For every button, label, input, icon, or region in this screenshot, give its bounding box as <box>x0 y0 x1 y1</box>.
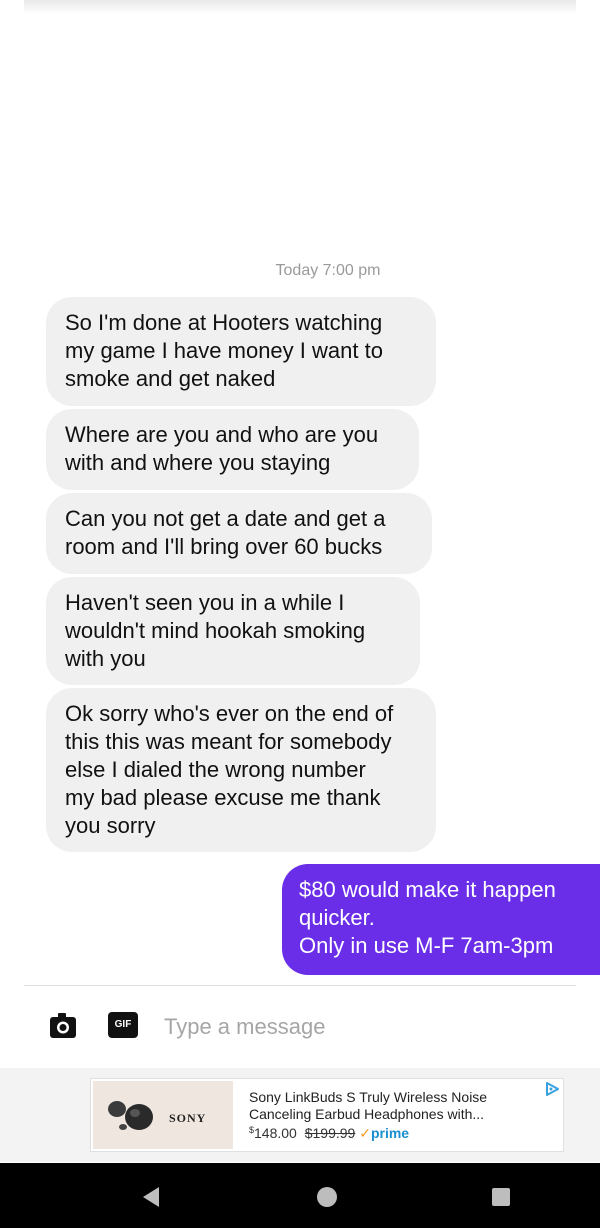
message-line: my bad please excuse me thank <box>65 785 381 810</box>
prime-check-icon: ✓ <box>359 1125 371 1141</box>
message-line: $80 would make it happen <box>299 877 556 902</box>
top-shadow <box>24 0 576 14</box>
message-line: this this was meant for somebody <box>65 729 392 754</box>
message-line: Can you not get a date and get a <box>65 506 386 531</box>
message-line: Where are you and who are you <box>65 422 379 447</box>
prime-label: prime <box>370 1125 410 1141</box>
system-navigation-bar <box>0 1163 600 1228</box>
composer-divider <box>24 985 576 986</box>
adchoices-icon[interactable] <box>544 1081 560 1097</box>
message-line: Haven't seen you in a while I <box>65 590 345 615</box>
incoming-message-bubble[interactable]: Haven't seen you in a while I wouldn't m… <box>46 577 420 685</box>
ad-price-row: $148.00 $199.99 ✓prime <box>249 1125 409 1142</box>
camera-icon[interactable] <box>48 1012 78 1040</box>
message-line: So I'm done at Hooters watching <box>65 310 383 335</box>
incoming-message-bubble[interactable]: Where are you and who are you with and w… <box>46 409 419 490</box>
ad-list-price: $199.99 <box>304 1125 356 1141</box>
gif-button[interactable]: GIF <box>108 1012 138 1038</box>
message-line: quicker. <box>299 905 375 930</box>
message-line: room and I'll bring over 60 bucks <box>65 534 383 559</box>
incoming-message-bubble[interactable]: Can you not get a date and get a room an… <box>46 493 432 574</box>
message-line: smoke and get naked <box>65 366 276 391</box>
message-line: Only in use M-F 7am-3pm <box>299 933 554 958</box>
message-input[interactable] <box>164 1010 564 1044</box>
recents-square-icon[interactable] <box>466 1163 536 1228</box>
ad-card[interactable]: SONY Sony LinkBuds S Truly Wireless Nois… <box>90 1078 564 1152</box>
message-timestamp: Today 7:00 pm <box>275 262 381 279</box>
message-line: else I dialed the wrong number <box>65 757 366 782</box>
ad-product-image[interactable]: SONY <box>93 1081 233 1149</box>
ad-banner: SONY Sony LinkBuds S Truly Wireless Nois… <box>0 1068 600 1162</box>
message-line: with you <box>65 646 146 671</box>
message-line: my game I have money I want to <box>65 338 383 363</box>
back-triangle-icon[interactable] <box>116 1163 186 1228</box>
home-circle-icon[interactable] <box>292 1163 362 1228</box>
incoming-message-bubble[interactable]: Ok sorry who's ever on the end of this t… <box>46 688 436 852</box>
message-line: with and where you staying <box>65 450 331 475</box>
message-line: you sorry <box>65 813 156 838</box>
ad-price: 148.00 <box>254 1125 297 1141</box>
ad-brand-logo: SONY <box>169 1111 207 1125</box>
earbuds-icon <box>108 1101 153 1130</box>
message-line: Ok sorry who's ever on the end of <box>65 701 394 726</box>
ad-title[interactable]: Sony LinkBuds S Truly Wireless Noise Can… <box>249 1089 529 1123</box>
message-line: wouldn't mind hookah smoking <box>65 618 366 643</box>
incoming-message-bubble[interactable]: So I'm done at Hooters watching my game … <box>46 297 436 406</box>
outgoing-message-bubble[interactable]: $80 would make it happen quicker. Only i… <box>282 864 600 975</box>
